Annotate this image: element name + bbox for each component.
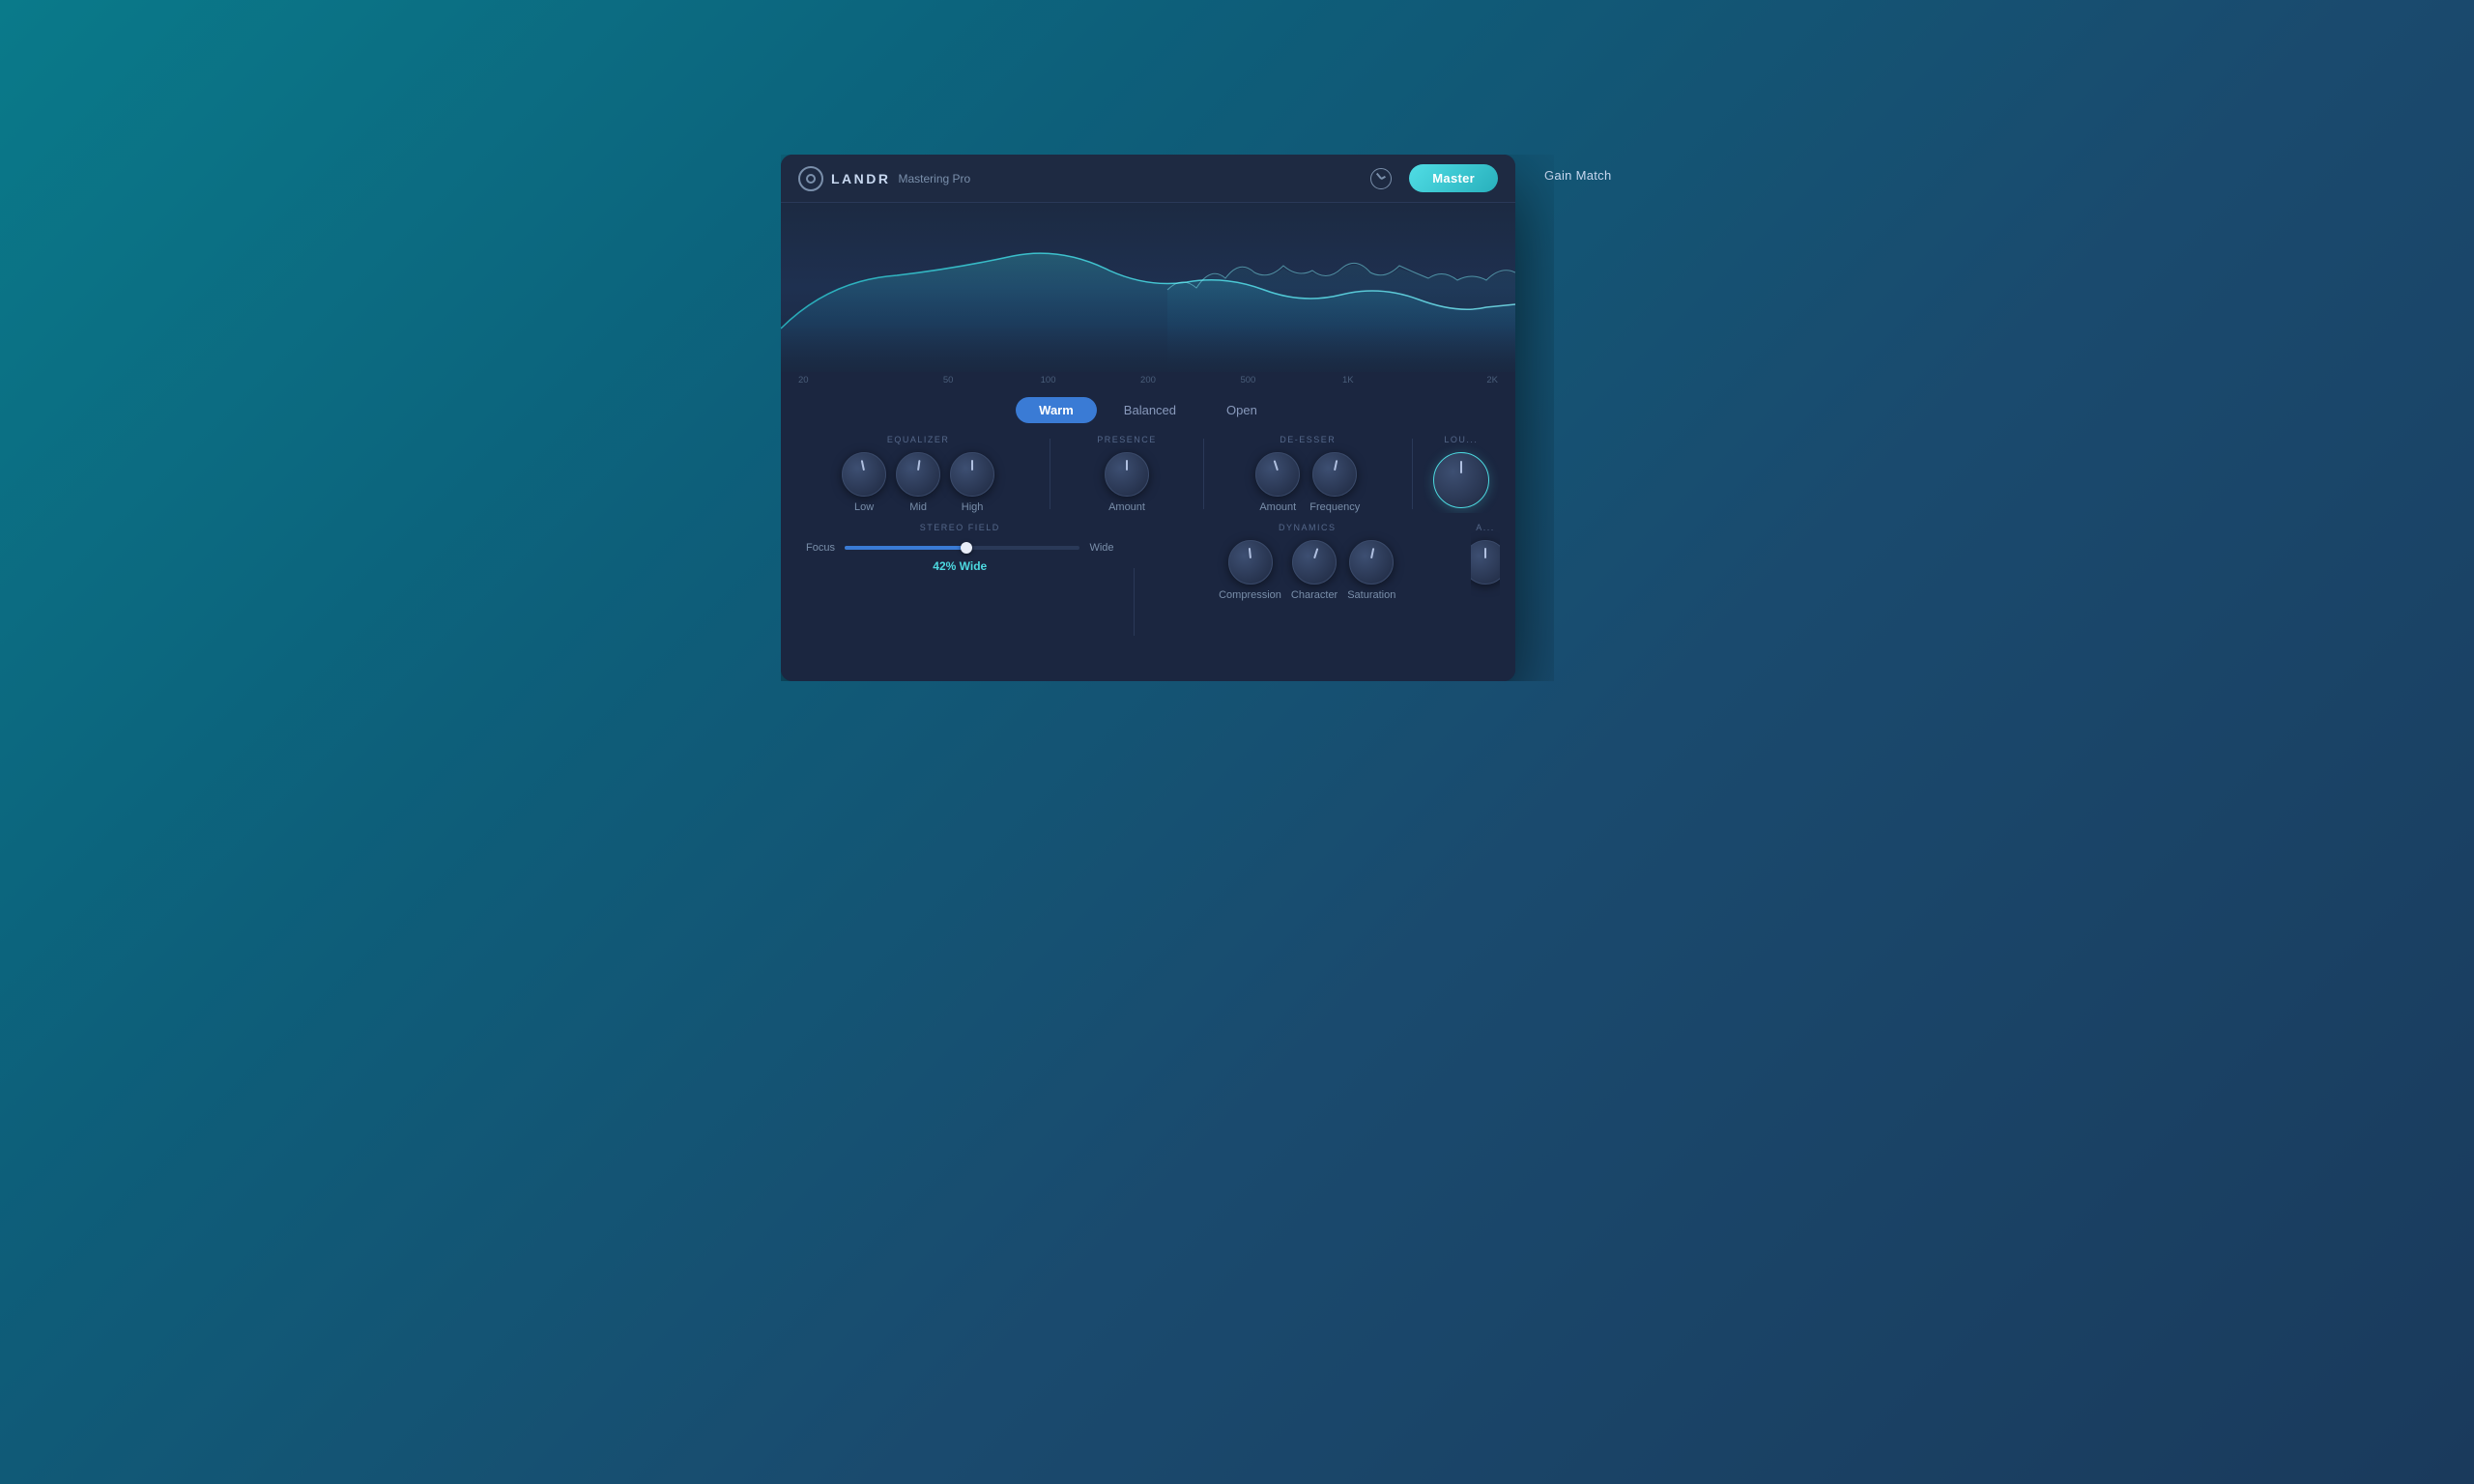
stereo-slider-thumb[interactable] (961, 542, 972, 554)
freq-100: 100 (998, 375, 1098, 385)
controls-row: EQUALIZER Low Mid (781, 435, 1515, 513)
eq-high-knob[interactable] (950, 452, 994, 497)
amount-partial: A... (1471, 523, 1500, 681)
equalizer-section: EQUALIZER Low Mid (796, 435, 1040, 513)
stereo-slider-track[interactable] (845, 546, 1079, 550)
saturation-container: Saturation (1347, 540, 1395, 601)
dynamics-label: DYNAMICS (1279, 523, 1337, 532)
spectrum-svg (781, 203, 1515, 372)
eq-low-knob[interactable] (842, 452, 886, 497)
compression-container: Compression (1219, 540, 1281, 601)
eq-high-container: High (950, 452, 994, 513)
character-knob[interactable] (1292, 540, 1337, 585)
divider-2 (1203, 439, 1204, 509)
de-esser-knobs: Amount Frequency (1255, 452, 1360, 513)
freq-200: 200 (1098, 375, 1197, 385)
eq-mid-label: Mid (909, 501, 927, 513)
eq-mid-knob[interactable] (896, 452, 940, 497)
product-name: Mastering Pro (899, 172, 971, 186)
mode-buttons-row: Warm Balanced Open (781, 391, 1515, 435)
stereo-slider-row: Focus Wide (796, 542, 1124, 554)
stereo-value-row: 42% Wide (796, 559, 1124, 573)
mode-open-button[interactable]: Open (1203, 397, 1280, 423)
plugin-window: LANDR Mastering Pro Master (781, 155, 1515, 681)
master-button[interactable]: Master (1409, 164, 1498, 192)
de-esser-amount-container: Amount (1255, 452, 1300, 513)
stereo-field-section: STEREO FIELD Focus Wide 42% Wide (796, 523, 1124, 681)
spectrum-display (781, 203, 1515, 372)
eq-mid-container: Mid (896, 452, 940, 513)
mode-warm-button[interactable]: Warm (1016, 397, 1097, 423)
plugin-window-outer: LANDR Mastering Pro Master (781, 155, 1554, 681)
louder-label: LOU... (1444, 435, 1478, 444)
character-label: Character (1291, 589, 1338, 601)
de-esser-freq-label: Frequency (1309, 501, 1360, 513)
brand-name: LANDR (831, 171, 891, 186)
logo-circle (798, 166, 823, 191)
stereo-field-label: STEREO FIELD (796, 523, 1124, 532)
freq-2k: 2K (1398, 375, 1498, 385)
eq-high-label: High (962, 501, 984, 513)
character-container: Character (1291, 540, 1338, 601)
gain-match-label[interactable]: Gain Match (1544, 168, 1611, 183)
stereo-value: 42% Wide (933, 559, 987, 573)
freq-50: 50 (898, 375, 997, 385)
divider-4 (1134, 568, 1135, 636)
de-esser-amount-label: Amount (1259, 501, 1296, 513)
presence-amount-knob[interactable] (1105, 452, 1149, 497)
compression-knob[interactable] (1228, 540, 1273, 585)
presence-knobs: Amount (1105, 452, 1149, 513)
plugin-header: LANDR Mastering Pro Master (781, 155, 1515, 203)
presence-label: PRESENCE (1097, 435, 1157, 444)
louder-section-partial: LOU... (1423, 435, 1500, 513)
dynamics-section: DYNAMICS Compression Character (1144, 523, 1472, 681)
de-esser-amount-knob[interactable] (1255, 452, 1300, 497)
stereo-slider-fill (845, 546, 966, 550)
de-esser-freq-knob[interactable] (1312, 452, 1357, 497)
presence-section: PRESENCE Amount (1060, 435, 1194, 513)
eq-low-label: Low (854, 501, 874, 513)
equalizer-knobs: Low Mid High (842, 452, 994, 513)
presence-amount-label: Amount (1108, 501, 1145, 513)
equalizer-label: EQUALIZER (887, 435, 950, 444)
saturation-label: Saturation (1347, 589, 1395, 601)
freq-1k: 1K (1298, 375, 1397, 385)
de-esser-freq-container: Frequency (1309, 452, 1360, 513)
presence-amount-container: Amount (1105, 452, 1149, 513)
clock-icon[interactable] (1370, 168, 1392, 189)
freq-20: 20 (798, 375, 898, 385)
dynamics-knobs: Compression Character Satura (1219, 540, 1395, 601)
divider-3 (1412, 439, 1413, 509)
de-esser-label: DE-ESSER (1280, 435, 1336, 444)
louder-knob-large[interactable] (1433, 452, 1489, 508)
freq-labels-row: 20 50 100 200 500 1K 2K (781, 372, 1515, 391)
compression-label: Compression (1219, 589, 1281, 601)
wide-label: Wide (1087, 542, 1114, 554)
de-esser-section: DE-ESSER Amount Frequency (1214, 435, 1402, 513)
freq-500: 500 (1198, 375, 1298, 385)
saturation-knob[interactable] (1349, 540, 1394, 585)
mode-balanced-button[interactable]: Balanced (1101, 397, 1199, 423)
amount-knob-partial[interactable] (1471, 540, 1500, 585)
bottom-row: STEREO FIELD Focus Wide 42% Wide (781, 513, 1515, 681)
eq-low-container: Low (842, 452, 886, 513)
focus-label: Focus (806, 542, 837, 554)
